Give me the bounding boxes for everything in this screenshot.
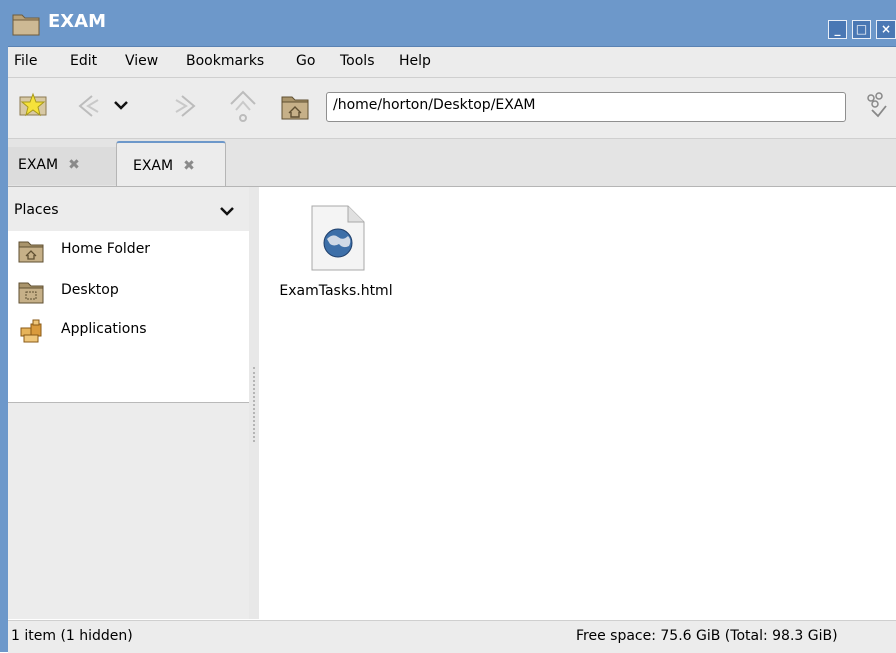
menu-edit[interactable]: Edit xyxy=(70,53,97,69)
up-icon[interactable] xyxy=(226,86,260,126)
html-document-icon xyxy=(311,205,365,271)
forward-icon[interactable] xyxy=(168,92,202,120)
desktop-folder-icon xyxy=(18,282,44,304)
bookmark-star-icon[interactable] xyxy=(18,91,52,119)
chevron-down-icon[interactable] xyxy=(219,205,235,217)
status-bar: 1 item (1 hidden) Free space: 75.6 GiB (… xyxy=(8,620,896,653)
places-header-label: Places xyxy=(14,202,59,218)
history-dropdown-icon[interactable] xyxy=(112,98,130,112)
menu-tools[interactable]: Tools xyxy=(340,53,375,69)
file-view[interactable]: ExamTasks.html xyxy=(259,187,896,619)
places-list: Home Folder Desktop Applications xyxy=(8,231,249,403)
location-input[interactable]: /home/horton/Desktop/EXAM xyxy=(326,92,846,122)
tab-bar: EXAM ✖ EXAM ✖ xyxy=(8,139,896,187)
close-tab-icon[interactable]: ✖ xyxy=(68,157,80,173)
close-tab-icon[interactable]: ✖ xyxy=(183,158,195,174)
sidebar-item-label: Applications xyxy=(61,321,147,337)
title-bar[interactable]: EXAM _ □ × xyxy=(0,0,896,47)
tab-exam-2-active[interactable]: EXAM ✖ xyxy=(116,141,226,186)
side-pane: Places Home Folder Desktop Applications xyxy=(8,187,249,619)
home-folder-icon xyxy=(18,241,44,263)
sidebar-item-desktop[interactable]: Desktop xyxy=(18,276,246,310)
window-border xyxy=(0,46,8,652)
home-folder-icon[interactable] xyxy=(280,93,310,121)
back-icon[interactable] xyxy=(74,92,104,120)
applications-icon xyxy=(20,319,42,343)
sidebar-item-home-folder[interactable]: Home Folder xyxy=(18,235,246,269)
sidebar-item-applications[interactable]: Applications xyxy=(18,315,246,349)
status-free-space: Free space: 75.6 GiB (Total: 98.3 GiB) xyxy=(576,628,838,644)
file-item[interactable]: ExamTasks.html xyxy=(271,201,401,301)
splitter-grip xyxy=(253,367,257,442)
places-selector[interactable]: Places xyxy=(8,187,249,231)
tab-exam-1[interactable]: EXAM ✖ xyxy=(8,147,116,185)
close-window-button[interactable]: × xyxy=(876,20,896,39)
sidebar-item-label: Home Folder xyxy=(61,241,151,257)
tab-label: EXAM xyxy=(133,158,174,174)
minimize-button[interactable]: _ xyxy=(828,20,847,39)
menu-bar: File Edit View Bookmarks Go Tools Help xyxy=(8,47,896,78)
menu-bookmarks[interactable]: Bookmarks xyxy=(186,53,264,69)
status-item-count: 1 item (1 hidden) xyxy=(11,628,133,644)
menu-go[interactable]: Go xyxy=(296,53,315,69)
menu-view[interactable]: View xyxy=(125,53,158,69)
folder-icon xyxy=(12,14,40,36)
maximize-button[interactable]: □ xyxy=(852,20,871,39)
tab-label: EXAM xyxy=(18,157,59,173)
sidebar-item-label: Desktop xyxy=(61,282,119,298)
location-toggle-icon[interactable] xyxy=(862,90,892,124)
menu-file[interactable]: File xyxy=(14,53,37,69)
pane-splitter-handle[interactable] xyxy=(249,187,259,619)
toolbar: /home/horton/Desktop/EXAM xyxy=(8,78,896,139)
window-title: EXAM xyxy=(48,11,107,32)
file-name: ExamTasks.html xyxy=(279,283,393,299)
menu-help[interactable]: Help xyxy=(399,53,431,69)
